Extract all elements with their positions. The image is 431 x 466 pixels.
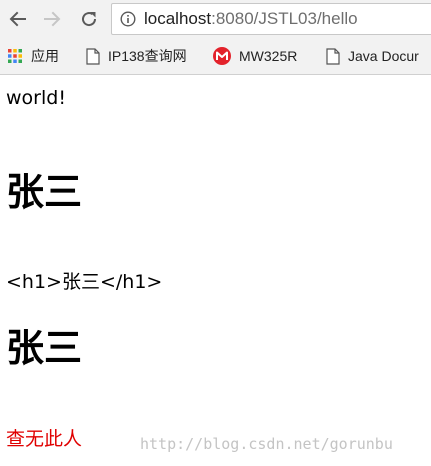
not-found-message: 查无此人 — [6, 428, 83, 450]
name-heading-2: 张三 — [6, 326, 83, 370]
bookmark-mw325r[interactable]: MW325R — [213, 38, 297, 74]
forward-button[interactable] — [40, 7, 64, 31]
apps-grid-icon — [7, 48, 23, 64]
url-path: :8080/JSTL03/hello — [211, 9, 358, 28]
back-button[interactable] — [6, 7, 30, 31]
mercury-logo-icon — [213, 47, 231, 65]
bookmark-java-docs[interactable]: Java Docur — [326, 38, 419, 74]
info-icon[interactable] — [120, 11, 136, 27]
bookmark-apps-label: 应用 — [31, 48, 59, 64]
bookmark-apps[interactable]: 应用 — [7, 38, 59, 74]
bookmark-ip138-label: IP138查询网 — [108, 48, 187, 64]
page-content: world! 张三 <h1>张三</h1> 张三 查无此人 http://blo… — [0, 75, 431, 466]
name-heading-1: 张三 — [6, 170, 83, 214]
url-host: localhost — [144, 9, 212, 28]
arrow-right-icon — [44, 11, 61, 27]
reload-icon — [82, 12, 97, 27]
bookmark-java-docs-label: Java Docur — [348, 48, 419, 64]
watermark-text: http://blog.csdn.net/gorunbu — [140, 435, 393, 453]
arrow-left-icon — [9, 11, 26, 27]
page-icon — [326, 47, 340, 65]
escaped-markup-text: <h1>张三</h1> — [6, 271, 163, 293]
page-icon — [86, 47, 100, 65]
world-text: world! — [6, 87, 66, 109]
browser-toolbar: localhost:8080/JSTL03/hello — [0, 0, 431, 38]
bookmark-mw325r-label: MW325R — [239, 48, 298, 64]
bookmark-ip138[interactable]: IP138查询网 — [86, 38, 187, 74]
reload-button[interactable] — [77, 7, 101, 31]
address-bar[interactable]: localhost:8080/JSTL03/hello — [111, 3, 431, 35]
bookmarks-bar: 应用 IP138查询网 MW325R Java Docur — [0, 38, 431, 75]
url-text: localhost:8080/JSTL03/hello — [144, 9, 358, 29]
